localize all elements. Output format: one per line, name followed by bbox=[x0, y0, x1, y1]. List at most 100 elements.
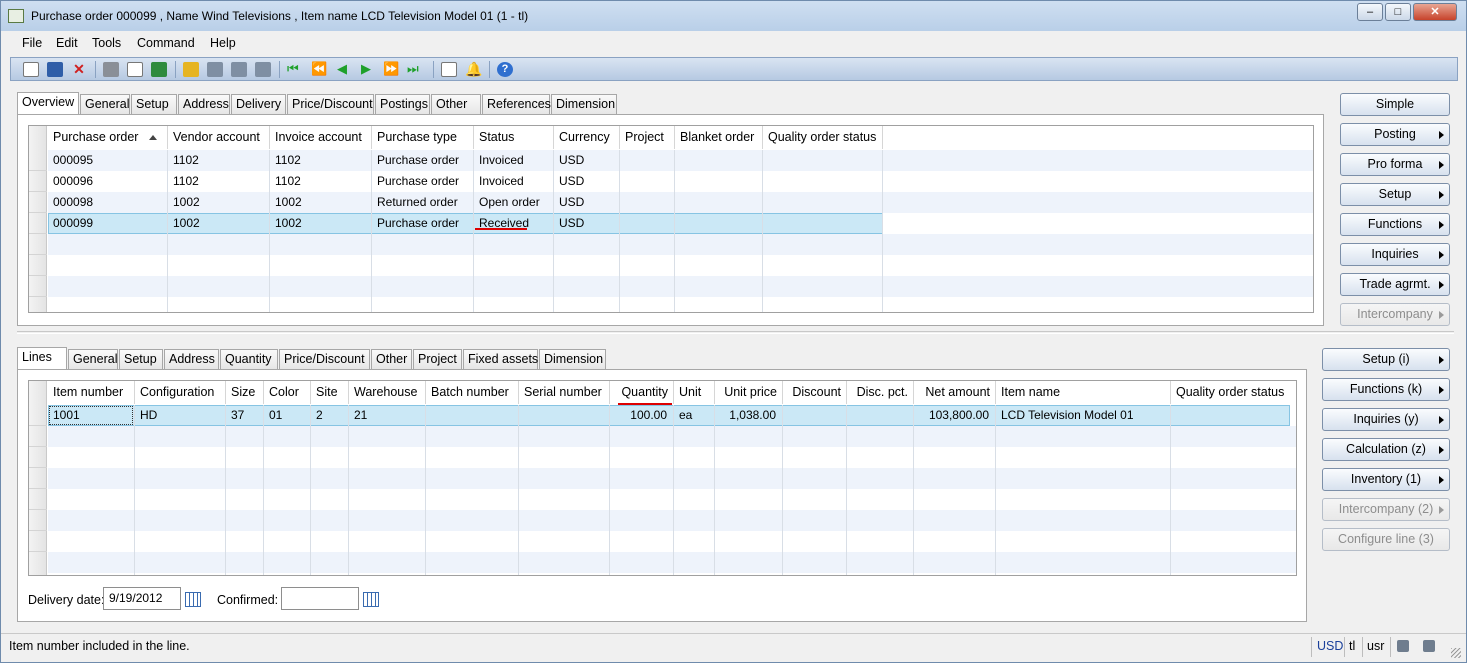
row-selector[interactable] bbox=[29, 468, 47, 489]
inquiries-button[interactable]: Inquiries bbox=[1340, 243, 1450, 266]
col-net-amount[interactable]: Net amount bbox=[914, 381, 996, 404]
tab-dimension[interactable]: Dimension bbox=[551, 94, 617, 114]
col-unit[interactable]: Unit bbox=[674, 381, 715, 404]
line-cell[interactable]: 100.00 bbox=[610, 405, 673, 426]
col-quality-order-status[interactable]: Quality order status bbox=[763, 126, 883, 149]
grid-cell[interactable] bbox=[620, 171, 674, 192]
line-calculation-button[interactable]: Calculation (z) bbox=[1322, 438, 1450, 461]
col-status[interactable]: Status bbox=[474, 126, 554, 149]
grid-cell[interactable]: 1102 bbox=[168, 171, 269, 192]
line-cell[interactable] bbox=[847, 405, 913, 426]
filter-by-selection-icon[interactable] bbox=[183, 62, 199, 77]
col-currency[interactable]: Currency bbox=[554, 126, 620, 149]
col-invoice-account[interactable]: Invoice account bbox=[270, 126, 372, 149]
col-purchase-type[interactable]: Purchase type bbox=[372, 126, 474, 149]
document-handling-icon[interactable] bbox=[441, 62, 457, 77]
row-selector[interactable] bbox=[29, 213, 47, 234]
status-company[interactable]: tl bbox=[1349, 639, 1355, 653]
col-vendor-account[interactable]: Vendor account bbox=[168, 126, 270, 149]
document-icon[interactable] bbox=[1397, 640, 1409, 652]
grid-cell[interactable]: 1002 bbox=[168, 192, 269, 213]
col-blanket-order[interactable]: Blanket order bbox=[675, 126, 763, 149]
col-size[interactable]: Size bbox=[226, 381, 264, 404]
grid-cell[interactable]: 1002 bbox=[168, 213, 269, 234]
print-preview-icon[interactable] bbox=[127, 62, 143, 77]
tab-price-discount[interactable]: Price/Discount bbox=[287, 94, 374, 114]
line-cell[interactable]: LCD Television Model 01 bbox=[996, 405, 1170, 426]
tab-setup[interactable]: Setup bbox=[131, 94, 177, 114]
row-selector[interactable] bbox=[29, 447, 47, 468]
grid-cell[interactable] bbox=[763, 192, 882, 213]
filter-clear-icon[interactable] bbox=[231, 62, 247, 77]
row-selector[interactable] bbox=[29, 234, 47, 255]
tab-lines-setup[interactable]: Setup bbox=[119, 349, 163, 369]
line-functions-button[interactable]: Functions (k) bbox=[1322, 378, 1450, 401]
line-inventory-button[interactable]: Inventory (1) bbox=[1322, 468, 1450, 491]
line-setup-button[interactable]: Setup (i) bbox=[1322, 348, 1450, 371]
calendar-icon[interactable] bbox=[185, 592, 201, 607]
line-cell[interactable] bbox=[519, 405, 609, 426]
first-record-icon[interactable]: ⏮ bbox=[287, 62, 303, 77]
grid-cell[interactable] bbox=[675, 150, 762, 171]
col-disc-pct[interactable]: Disc. pct. bbox=[847, 381, 914, 404]
tab-lines[interactable]: Lines bbox=[17, 347, 67, 369]
col-batch-number[interactable]: Batch number bbox=[426, 381, 519, 404]
confirmed-date-field[interactable] bbox=[281, 587, 359, 610]
col-site[interactable]: Site bbox=[311, 381, 349, 404]
grid-cell[interactable]: Open order bbox=[474, 192, 553, 213]
line-cell[interactable]: 37 bbox=[226, 405, 263, 426]
next-record-icon[interactable]: ▶ bbox=[361, 62, 377, 77]
status-currency[interactable]: USD bbox=[1317, 639, 1343, 653]
grid-cell[interactable]: Returned order bbox=[372, 192, 473, 213]
tab-lines-quantity[interactable]: Quantity bbox=[220, 349, 278, 369]
grid-cell[interactable] bbox=[763, 213, 882, 234]
line-cell[interactable] bbox=[426, 405, 518, 426]
grid-cell[interactable]: 1102 bbox=[168, 150, 269, 171]
tab-lines-price-discount[interactable]: Price/Discount bbox=[279, 349, 370, 369]
new-icon[interactable] bbox=[23, 62, 39, 77]
menu-edit[interactable]: Edit bbox=[56, 36, 78, 50]
row-selector[interactable] bbox=[29, 297, 47, 312]
line-inquiries-button[interactable]: Inquiries (y) bbox=[1322, 408, 1450, 431]
col-warehouse[interactable]: Warehouse bbox=[349, 381, 426, 404]
grid-cell[interactable] bbox=[763, 150, 882, 171]
col-unit-price[interactable]: Unit price bbox=[715, 381, 783, 404]
col-project[interactable]: Project bbox=[620, 126, 675, 149]
print-icon[interactable] bbox=[103, 62, 119, 77]
resize-grip-icon[interactable] bbox=[1451, 648, 1461, 658]
tab-references[interactable]: References bbox=[482, 94, 551, 114]
col-discount[interactable]: Discount bbox=[783, 381, 847, 404]
grid-cell[interactable]: 000099 bbox=[48, 213, 167, 234]
grid-cell[interactable]: Purchase order bbox=[372, 150, 473, 171]
row-selector[interactable] bbox=[29, 531, 47, 552]
tab-lines-fixed-assets[interactable]: Fixed assets bbox=[463, 349, 538, 369]
line-cell[interactable] bbox=[1171, 405, 1296, 426]
row-selector[interactable] bbox=[29, 276, 47, 297]
grid-cell[interactable] bbox=[620, 192, 674, 213]
trade-agreement-button[interactable]: Trade agrmt. bbox=[1340, 273, 1450, 296]
tab-address[interactable]: Address bbox=[178, 94, 230, 114]
row-selector[interactable] bbox=[29, 426, 47, 447]
tab-lines-project[interactable]: Project bbox=[413, 349, 462, 369]
last-record-icon[interactable]: ⏭ bbox=[407, 62, 423, 77]
grid-cell[interactable]: USD bbox=[554, 150, 619, 171]
grid-cell[interactable]: USD bbox=[554, 192, 619, 213]
row-selector[interactable] bbox=[29, 489, 47, 510]
delete-icon[interactable]: ✕ bbox=[71, 62, 87, 77]
grid-cell[interactable] bbox=[675, 171, 762, 192]
previous-record-icon[interactable]: ◀ bbox=[337, 62, 353, 77]
col-color[interactable]: Color bbox=[264, 381, 311, 404]
pro-forma-button[interactable]: Pro forma bbox=[1340, 153, 1450, 176]
advanced-filter-icon[interactable] bbox=[207, 62, 223, 77]
menu-file[interactable]: File bbox=[22, 36, 42, 50]
maximize-button[interactable]: □ bbox=[1385, 3, 1411, 21]
line-cell[interactable] bbox=[783, 405, 846, 426]
tab-lines-general[interactable]: General bbox=[68, 349, 118, 369]
row-selector[interactable] bbox=[29, 510, 47, 531]
grid-cell[interactable] bbox=[620, 150, 674, 171]
col-item-number[interactable]: Item number bbox=[48, 381, 135, 404]
line-cell[interactable]: 01 bbox=[264, 405, 310, 426]
row-selector[interactable] bbox=[29, 171, 47, 192]
line-cell[interactable]: 2 bbox=[311, 405, 348, 426]
tab-delivery[interactable]: Delivery bbox=[231, 94, 286, 114]
